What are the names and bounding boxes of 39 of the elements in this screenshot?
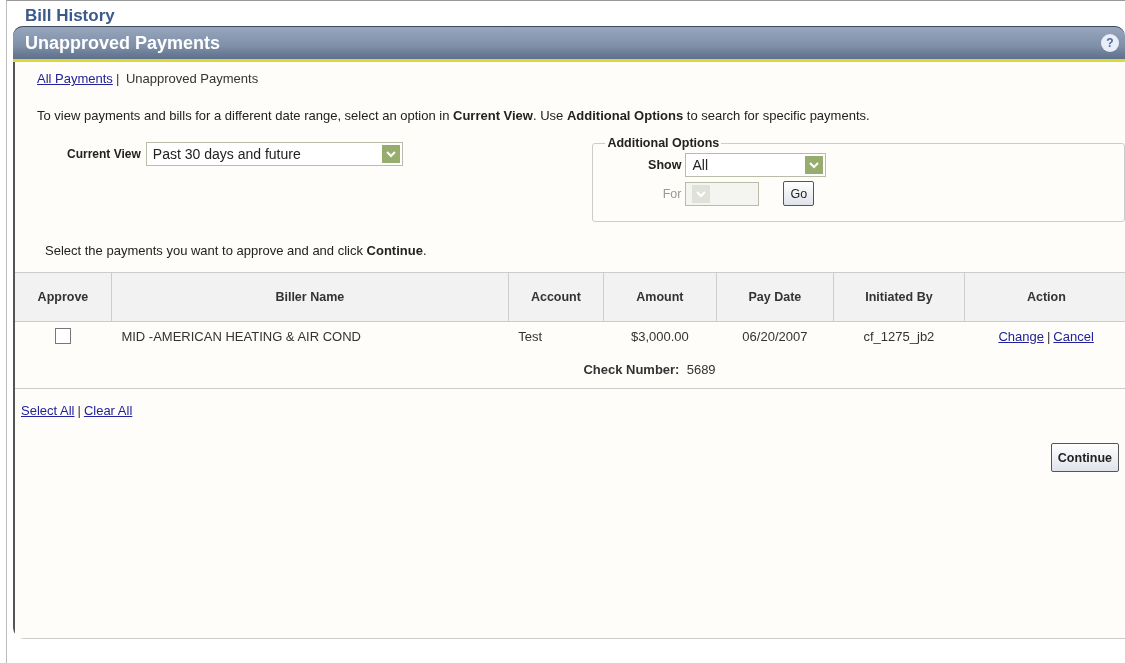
chevron-icon: [381, 145, 400, 163]
action-link[interactable]: Change: [998, 328, 1044, 344]
bulk-link[interactable]: Select All: [21, 403, 75, 418]
separator: |: [77, 403, 81, 418]
table-cell: Test: [508, 321, 604, 350]
field-label: Current View: [67, 147, 141, 161]
action-link[interactable]: Cancel: [1053, 328, 1094, 344]
column-header: Approve: [15, 272, 112, 322]
chevron-icon: [692, 184, 711, 203]
table-cell: MID -AMERICAN HEATING & AIR COND: [111, 321, 509, 350]
page-title: Bill History: [24, 5, 116, 26]
column-header: Action: [964, 272, 1125, 322]
panel-title: Unapproved Payments: [25, 32, 221, 54]
approve-checkbox[interactable]: [55, 328, 72, 345]
column-header: Pay Date: [716, 272, 834, 322]
column-header: Amount: [603, 272, 717, 322]
separator: |: [115, 71, 120, 86]
help-icon[interactable]: ?: [1101, 34, 1119, 52]
column-header: Initiated By: [833, 272, 965, 322]
current-view-label: Unapproved Payments: [125, 71, 259, 86]
field-label: For: [661, 186, 682, 201]
column-header: Biller Name: [111, 272, 509, 322]
check-number: Check Number: 5689: [583, 361, 716, 377]
field-label: Show: [647, 157, 682, 172]
instruction-text: Select the payments you want to approve and and click Continue.: [45, 243, 428, 258]
bulk-link[interactable]: Clear All: [83, 403, 133, 418]
chevron-icon: [805, 155, 824, 174]
separator: |: [1046, 328, 1051, 344]
intro-text: To view payments and bills for a different date range, select an option in Current View. Use Additional Options to search for specific payments.: [37, 108, 871, 124]
view-dropdown[interactable]: Past 30 days and future: [145, 142, 403, 166]
table-cell: $3,000.00: [603, 321, 717, 350]
table-cell: cf_1275_jb2: [833, 321, 965, 350]
show-dropdown[interactable]: All: [685, 152, 827, 177]
view-link[interactable]: All Payments: [37, 71, 113, 86]
continue-button[interactable]: Continue: [1050, 443, 1119, 472]
go-button[interactable]: Go: [783, 181, 815, 206]
options-legend: Additional Options: [605, 136, 722, 150]
table-cell: 06/20/2007: [716, 321, 834, 350]
column-header: Account: [508, 272, 604, 322]
